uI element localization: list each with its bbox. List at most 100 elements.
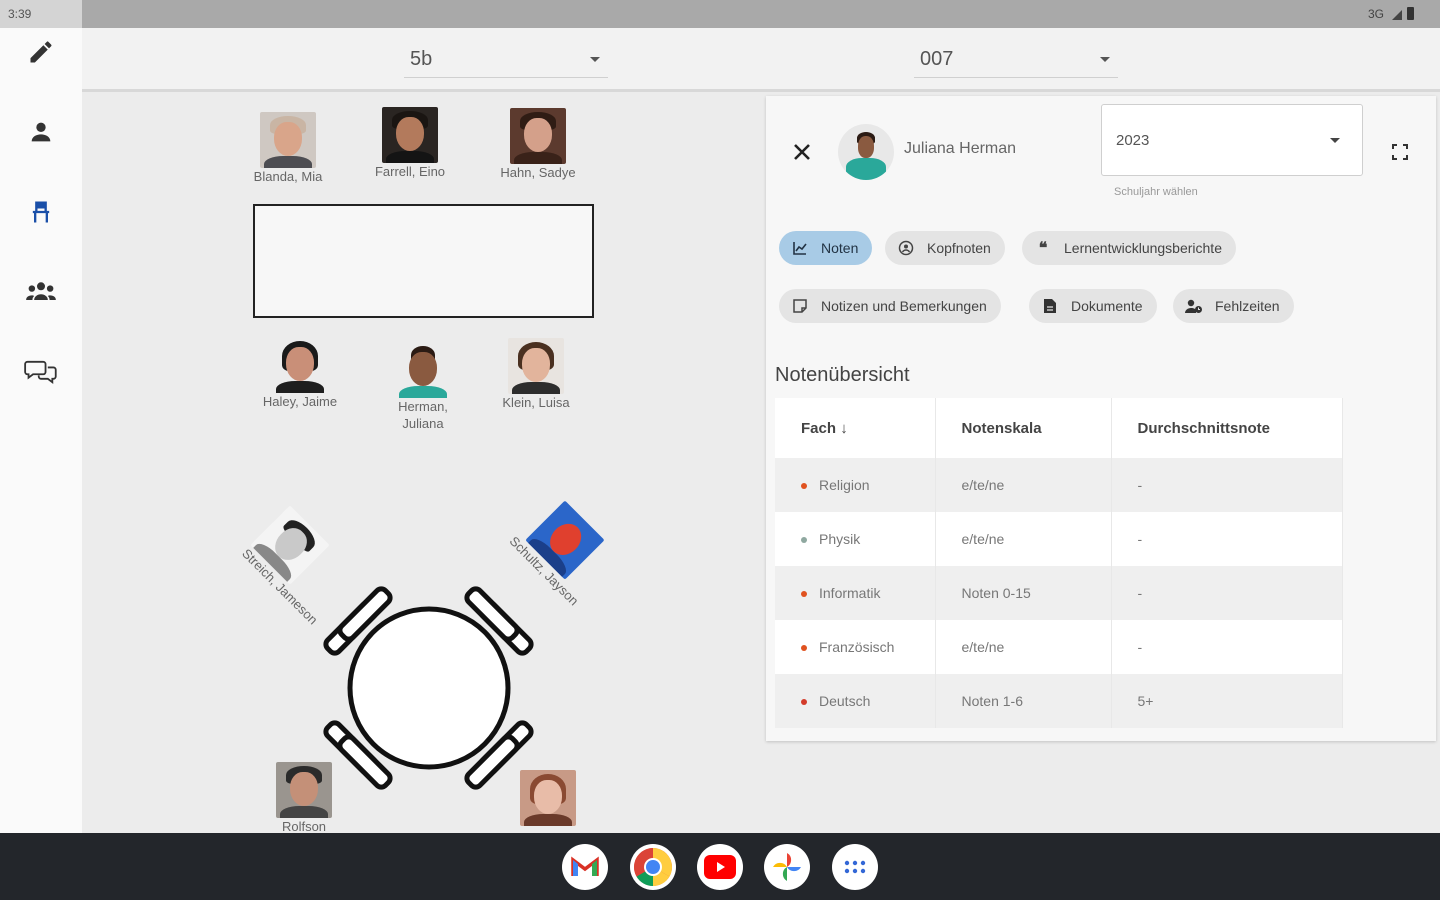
avatar [838,124,894,180]
chip-fehlzeiten[interactable]: Fehlzeiten [1173,289,1294,323]
subject-cell: Informatik [819,585,881,601]
chat-icon [24,360,57,385]
rail-item-student[interactable] [21,112,61,152]
table-row[interactable]: Religion e/te/ne - [775,458,1343,512]
chip-kopfnoten[interactable]: Kopfnoten [885,231,1005,265]
subject-cell: Religion [819,477,870,493]
navigation-rail [0,28,82,833]
top-selector-bar: 5b 007 [82,28,1440,92]
note-icon [793,299,807,313]
seat-label: Herman, Juliana [398,399,448,431]
chevron-down-icon [1100,57,1110,62]
table-row[interactable]: Deutsch Noten 1-6 5+ [775,674,1343,728]
gmail-icon[interactable] [562,844,608,890]
class-select-value: 5b [410,48,433,70]
battery-icon [1407,7,1414,20]
seat-haley-jaime[interactable]: Haley, Jaime [250,337,350,410]
rail-item-messages[interactable] [21,352,61,392]
average-cell: - [1111,458,1343,512]
student-detail-panel: Juliana Herman 2023 Schuljahr wählen Not… [766,96,1436,741]
chip-dokumente[interactable]: Dokumente [1029,289,1157,323]
seat-unnamed[interactable] [500,770,596,833]
signal-icon [1392,10,1402,20]
table-row[interactable]: Informatik Noten 0-15 - [775,566,1343,620]
subject-cell: Physik [819,531,861,547]
rail-item-edit[interactable] [21,32,61,72]
average-cell: - [1111,620,1343,674]
class-select[interactable]: 5b [404,42,608,78]
scale-cell: e/te/ne [935,458,1112,512]
subject-cell: Französisch [819,639,895,655]
chip-noten[interactable]: Noten [779,231,873,265]
table-row[interactable]: Französisch e/te/ne - [775,620,1343,674]
section-title: Notenübersicht [775,364,910,386]
group-icon [26,282,56,300]
table-row[interactable]: Physik e/te/ne - [775,512,1343,566]
person-clock-icon [1185,299,1202,313]
chip-label: Dokumente [1071,298,1143,314]
close-icon[interactable] [790,140,814,164]
column-header-label: Fach [801,419,837,437]
chevron-down-icon [590,57,600,62]
average-cell: - [1111,566,1343,620]
photos-icon[interactable] [764,844,810,890]
status-dot [801,699,807,706]
fullscreen-icon[interactable] [1390,142,1410,162]
status-bar: 3:39 3G [0,0,1440,28]
column-header-average: Durchschnittsnote [1111,398,1343,458]
seat-label: Blanda, Mia [253,169,323,184]
student-avatar [395,342,451,398]
youtube-icon[interactable] [697,844,743,890]
seat-farrell-eino[interactable]: Farrell, Eino [360,107,460,180]
seat-label: Haley, Jaime [262,394,338,409]
face-icon [898,240,914,256]
school-year-hint: Schuljahr wählen [1114,186,1198,198]
rectangular-table[interactable] [253,204,594,318]
chrome-icon[interactable] [630,844,676,890]
average-cell: - [1111,512,1343,566]
rail-item-seating[interactable] [21,192,61,232]
status-dot [801,591,807,598]
student-avatar [510,108,566,164]
scale-cell: e/te/ne [935,620,1112,674]
chip-label: Fehlzeiten [1215,298,1280,314]
seat-klein-luisa[interactable]: Klein, Luisa [486,338,586,411]
school-year-value: 2023 [1116,132,1150,149]
student-avatar [272,337,328,393]
student-avatar [260,112,316,168]
seat-hahn-sadye[interactable]: Hahn, Sadye [488,108,588,181]
student-avatar [382,107,438,163]
seat-label: Hahn, Sadye [500,165,576,180]
status-dot [801,483,807,490]
average-cell: 5+ [1111,674,1343,728]
seat-label: Rolfson [281,819,327,833]
student-avatar [520,770,576,826]
chip-notizen[interactable]: Notizen und Bemerkungen [779,289,1001,323]
chair-icon [32,201,50,223]
chip-label: Lernentwicklungsberichte [1064,240,1222,256]
seat-herman-juliana[interactable]: Herman, Juliana [380,342,466,432]
student-name: Juliana Herman [904,140,1017,157]
chip-lernentwicklungsberichte[interactable]: ❝ Lernentwicklungsberichte [1022,231,1236,265]
room-select[interactable]: 007 [914,42,1118,78]
student-avatar [508,338,564,394]
chip-label: Noten [821,240,859,256]
quote-icon: ❝ [1038,240,1048,257]
seat-rolfson[interactable]: Rolfson [256,762,352,833]
network-label: 3G [1367,7,1384,21]
scale-cell: e/te/ne [935,512,1112,566]
subject-cell: Deutsch [819,693,871,709]
seat-blanda-mia[interactable]: Blanda, Mia [238,112,338,185]
chart-icon [793,242,807,255]
sort-arrow-icon: ↓ [840,419,848,437]
app-dock [0,833,1440,900]
chevron-down-icon [1330,138,1340,143]
person-icon [31,122,51,142]
status-dot [801,645,807,652]
school-year-select[interactable]: 2023 [1101,104,1363,176]
rail-item-groups[interactable] [21,272,61,312]
chip-label: Kopfnoten [927,240,991,256]
app-launcher-icon[interactable] [832,844,878,890]
column-header-subject[interactable]: Fach ↓ [775,398,936,458]
status-time: 3:39 [8,7,32,21]
